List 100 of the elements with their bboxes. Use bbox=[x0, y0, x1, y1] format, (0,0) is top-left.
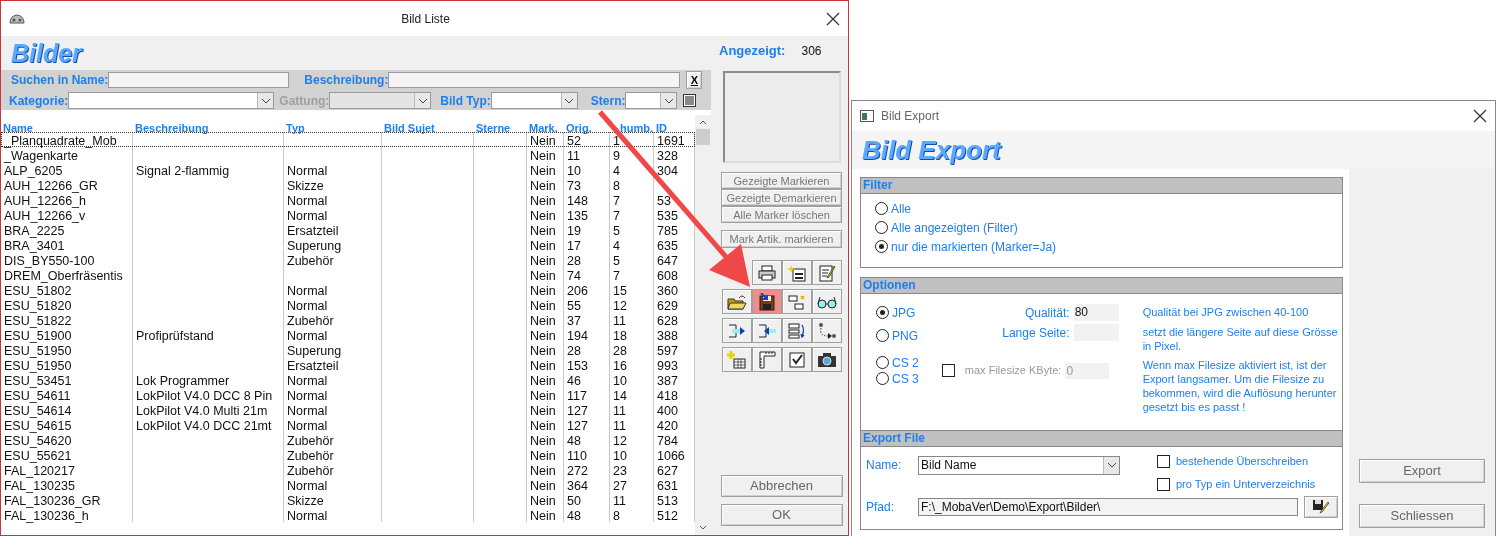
table-cell: 55 bbox=[567, 299, 581, 313]
scrollbar[interactable] bbox=[695, 115, 711, 535]
checkbox[interactable] bbox=[1157, 478, 1170, 491]
description-search-field[interactable] bbox=[388, 71, 681, 88]
table-cell: 360 bbox=[657, 284, 678, 298]
table-cell: 628 bbox=[657, 314, 678, 328]
toolbar-button[interactable] bbox=[781, 318, 812, 343]
browse-button[interactable] bbox=[1304, 496, 1338, 518]
close-button[interactable]: Schliessen bbox=[1359, 504, 1485, 528]
edit-note-icon bbox=[816, 263, 837, 282]
export-button[interactable]: Export bbox=[1359, 459, 1485, 483]
table-cell: 10 bbox=[567, 164, 581, 178]
column-header[interactable]: Name bbox=[3, 122, 33, 134]
table-cell: 194 bbox=[567, 329, 588, 343]
radio-button[interactable] bbox=[875, 240, 888, 253]
radio-button[interactable] bbox=[876, 306, 889, 319]
table-cell: 74 bbox=[567, 269, 581, 283]
table-cell: Normal bbox=[287, 284, 328, 298]
table-cell: 1691 bbox=[657, 134, 685, 148]
column-header[interactable]: Mark. bbox=[529, 122, 558, 134]
toolbar-button[interactable] bbox=[721, 289, 752, 314]
table-cell: 52 bbox=[567, 134, 581, 148]
table-cell: 153 bbox=[567, 359, 588, 373]
table-cell: Nein bbox=[530, 449, 556, 463]
table-cell: 7 bbox=[613, 209, 620, 223]
column-header[interactable]: Orig. bbox=[566, 122, 592, 134]
column-header[interactable]: Bild Sujet bbox=[384, 122, 435, 134]
table-cell: _Planquadrate_Mob bbox=[4, 134, 117, 148]
table-cell: Nein bbox=[530, 254, 556, 268]
toolbar-button[interactable] bbox=[721, 318, 752, 343]
table-cell: 11 bbox=[613, 419, 626, 433]
table-cell: 50 bbox=[567, 494, 581, 508]
toolbar-button[interactable] bbox=[811, 318, 842, 343]
table-cell: 635 bbox=[657, 239, 678, 253]
table-cell: Normal bbox=[287, 389, 328, 403]
toolbar-button[interactable] bbox=[811, 347, 842, 372]
checkbox[interactable] bbox=[1157, 455, 1170, 468]
radio-button[interactable] bbox=[876, 372, 889, 385]
column-header[interactable]: humb. bbox=[620, 122, 653, 134]
column-header[interactable]: Sterne bbox=[476, 122, 511, 134]
table-cell: 11 bbox=[613, 404, 626, 418]
close-icon[interactable] bbox=[1473, 109, 1487, 123]
table-cell: Nein bbox=[530, 224, 556, 238]
table-cell: Normal bbox=[287, 374, 328, 388]
ok-button[interactable]: OK bbox=[720, 504, 843, 526]
field-label: Suchen in Name: bbox=[11, 71, 109, 89]
table-cell: Skizze bbox=[287, 494, 324, 508]
table-cell: Nein bbox=[530, 419, 556, 433]
toolbar-button[interactable] bbox=[751, 347, 782, 372]
table-cell: 16 bbox=[613, 359, 627, 373]
table-cell: FAL_130236_h bbox=[4, 509, 89, 523]
table-cell: 73 bbox=[567, 179, 581, 193]
cancel-button[interactable]: Abbrechen bbox=[720, 475, 843, 497]
hint-text: Wenn max Filesize aktiviert ist, ist der Export langsamer. Um die Filesize zu bekommen, wird die Auflösung herunter gesetzt bis es passt ! bbox=[1142, 358, 1338, 414]
clear-button[interactable]: X bbox=[686, 70, 703, 89]
scrollbar-thumb[interactable] bbox=[696, 129, 710, 145]
toolbar-button[interactable] bbox=[781, 347, 812, 372]
quality-field[interactable]: 80 bbox=[1073, 304, 1119, 321]
radio-button[interactable] bbox=[875, 202, 888, 215]
table-cell: 647 bbox=[657, 254, 678, 268]
name-dropdown[interactable]: Bild Name bbox=[918, 455, 1120, 475]
table-row[interactable]: AUH_12266_v Normal Nein 135 7 535 bbox=[1, 207, 695, 222]
table-cell: 12 bbox=[613, 434, 627, 448]
table-cell: 10 bbox=[613, 374, 627, 388]
table-cell: 10 bbox=[613, 449, 627, 463]
grid-icon[interactable] bbox=[683, 94, 697, 107]
table-cell: Normal bbox=[287, 479, 328, 493]
field-label: Lange Seite: bbox=[1002, 324, 1070, 342]
table-cell: DREM_Oberfräsentis bbox=[4, 269, 123, 283]
table-cell: Nein bbox=[530, 179, 556, 193]
table-cell: AUH_12266_h bbox=[4, 194, 86, 208]
column-header[interactable]: Typ bbox=[286, 122, 305, 134]
path-field[interactable]: F:\_MobaVer\Demo\Export\Bilder\ bbox=[918, 498, 1298, 516]
stars-dropdown[interactable] bbox=[625, 92, 678, 109]
close-icon[interactable] bbox=[826, 11, 840, 26]
table-cell: 7 bbox=[613, 269, 620, 283]
toolbar-button[interactable] bbox=[751, 318, 782, 343]
column-header[interactable]: ID bbox=[656, 122, 667, 134]
import-icon bbox=[756, 321, 777, 340]
table-cell: 11 bbox=[567, 149, 580, 163]
toolbar-button[interactable] bbox=[751, 289, 782, 314]
radio-label: nur die markierten (Marker=Ja) bbox=[891, 238, 1057, 256]
table-row[interactable]: BRA_2225 Ersatzteil Nein 19 5 785 bbox=[1, 222, 695, 237]
radio-button[interactable] bbox=[875, 221, 888, 234]
group-header: Export File bbox=[861, 431, 1342, 447]
radio-button[interactable] bbox=[876, 356, 889, 369]
new-window-icon bbox=[786, 263, 807, 282]
table-cell: 4 bbox=[613, 239, 620, 253]
radio-button[interactable] bbox=[876, 329, 889, 342]
checkbox[interactable] bbox=[941, 364, 955, 377]
table-cell: Nein bbox=[530, 314, 556, 328]
field-label: Bild Typ: bbox=[440, 92, 491, 110]
toolbar-button[interactable] bbox=[811, 289, 842, 314]
name-search-field[interactable] bbox=[108, 71, 290, 88]
toolbar-button[interactable] bbox=[781, 260, 812, 285]
toolbar-button[interactable] bbox=[751, 260, 782, 285]
table-cell: Nein bbox=[530, 464, 556, 478]
column-header[interactable]: Beschreibung bbox=[135, 122, 209, 134]
resize-icon bbox=[786, 292, 807, 311]
field-label: Stern: bbox=[590, 92, 626, 110]
